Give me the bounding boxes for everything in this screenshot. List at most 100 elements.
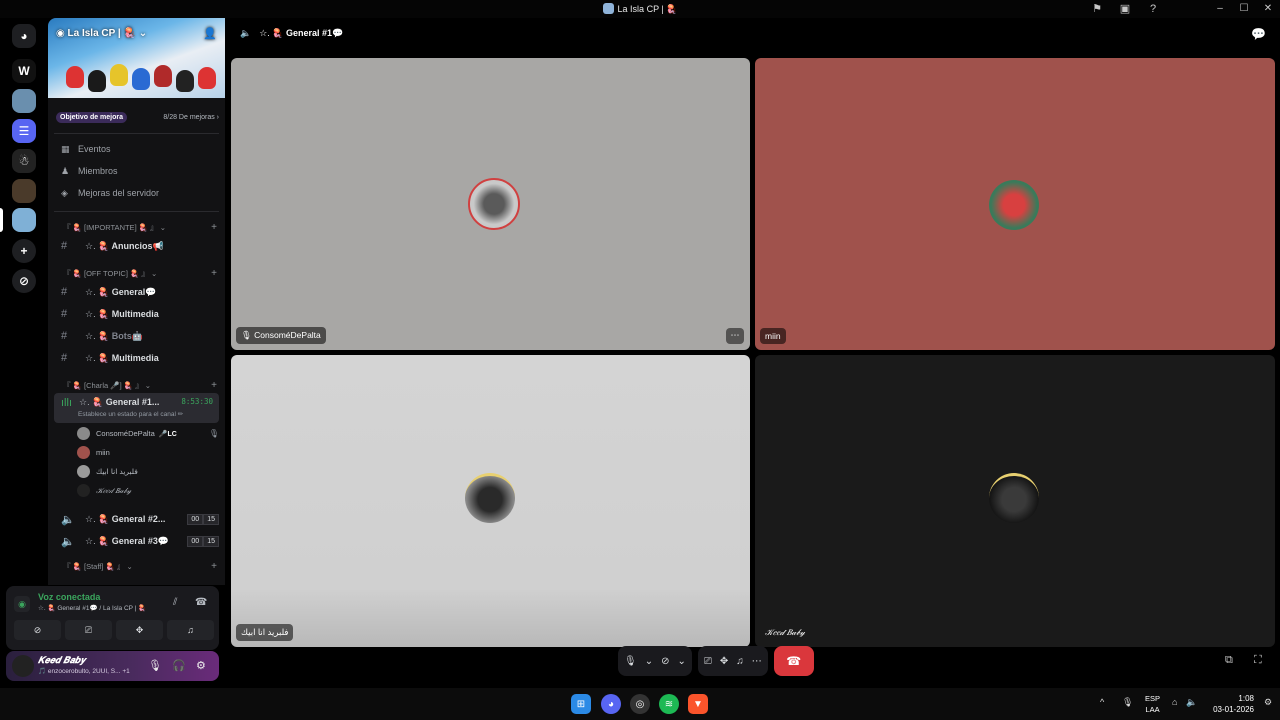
screen-share-button[interactable]: ⎚ [65,620,112,640]
add-server-icon[interactable]: + [12,239,36,263]
username[interactable]: 𝑲𝒆𝒆𝒅 𝑩𝒂𝒃𝒚 [38,655,86,666]
minimize-icon[interactable]: – [1208,0,1232,18]
add-channel-icon[interactable]: + [211,268,217,279]
participant-name: فلبريد انا ابيك [236,624,294,641]
voice-user[interactable]: miin [48,443,225,462]
camera-off-button[interactable]: ⊘ [14,620,61,640]
server-avatar-3[interactable]: ☃ [12,149,36,173]
banner-art [176,70,194,92]
banner-art [66,66,84,88]
flag-icon[interactable]: ⚑ [1090,2,1104,16]
channel-anuncios[interactable]: # ☆. 🪼 Anuncios📢 [48,235,225,257]
microphone-icon[interactable]: 🎙 [624,656,637,667]
language-indicator[interactable]: ESP LAA [1145,693,1160,715]
network-icon[interactable]: ⌂ [1172,697,1177,707]
avatar[interactable] [12,655,34,677]
chevron-down-icon[interactable]: ⌄ [677,656,685,667]
help-icon[interactable]: ? [1146,2,1160,16]
microphone-icon[interactable]: 🎙 [148,659,162,672]
server-avatar-active[interactable] [12,208,36,232]
category-important[interactable]: 『 🪼 [IMPORTANTE] 🪼 』 ⌄ + [48,219,225,235]
category-offtopic[interactable]: 『 🪼 [OFF TOPIC] 🪼 』 ⌄ + [48,265,225,281]
invite-people-icon[interactable]: 👤 [203,27,217,40]
voice-user[interactable]: 𝒦𝑒𝑒𝒹 𝐵𝒶𝒷𝓎 [48,481,225,500]
notifications-icon[interactable]: ⚙ [1264,697,1272,708]
channel-bots[interactable]: # ☆. 🪼 Bots🤖 [48,325,225,347]
channel-multimedia[interactable]: # ☆. 🪼 Multimedia [48,303,225,325]
camera-off-icon[interactable]: ⊘ [661,656,669,667]
channel-multimedia-2[interactable]: # ☆. 🪼 Multimedia [48,347,225,369]
voice-channel-general-1[interactable]: ıllı ☆. 🪼 General #1... 8:53:30 Establece… [54,393,219,423]
voice-action-buttons: ⊘ ⎚ ✥ ♫ [14,620,214,640]
signal-icon[interactable]: ◉ [14,596,30,612]
noise-suppression-icon[interactable]: ⫽ [173,597,177,608]
voice-active-icon: ıllı [61,397,72,409]
add-channel-icon[interactable]: + [211,380,217,391]
server-avatar-1[interactable] [12,89,36,113]
members-icon: ♟ [61,165,70,176]
channel-status[interactable]: Establece un estado para el canal ✏ [78,410,183,418]
video-tile-keedbaby[interactable]: 𝒦𝑒𝑒𝒹 𝐵𝒶𝒷𝓎 [755,355,1275,647]
brave-taskbar-icon[interactable]: ▼ [688,694,708,714]
disconnect-icon[interactable]: ☎ [195,597,207,608]
participant-name: miin [760,328,786,344]
system-clock[interactable]: 1:08 03-01-2026 [1213,693,1254,715]
fullscreen-icon[interactable]: ⛶ [1254,654,1262,667]
video-tile-consomedepalta[interactable]: 🎙 ConsoméDePalta ⋯ [231,58,750,350]
more-icon[interactable]: ⋯ [752,656,762,667]
soundboard-button[interactable]: ♫ [167,620,214,640]
tray-microphone-icon[interactable]: 🎙 [1122,697,1133,708]
avatar [989,473,1039,523]
voice-stage: 🔈 ☆. 🪼 General #1💬 💬 🎙 ConsoméDePalta ⋯ m… [226,18,1280,688]
more-options-icon[interactable]: ⋯ [726,328,744,344]
nav-mejoras[interactable]: ◈ Mejoras del servidor [48,182,225,204]
boost-goal-row[interactable]: Objetivo de mejora 8/28 De mejoras › [56,110,219,124]
obs-taskbar-icon[interactable]: ◎ [630,694,650,714]
server-avatar-4[interactable] [12,179,36,203]
chat-icon[interactable]: 💬 [1251,27,1266,41]
discord-taskbar-icon[interactable]: ◕ [601,694,621,714]
window-controls: – ☐ ✕ [1208,0,1280,18]
windows-start-icon[interactable]: ⊞ [571,694,591,714]
add-channel-icon[interactable]: + [211,561,217,572]
tray-overflow-icon[interactable]: ^ [1100,697,1104,707]
voice-location[interactable]: ☆. 🪼 General #1💬 / La Isla CP | 🪼 [38,604,146,612]
category-staff[interactable]: 『 🪼 [Staff] 🪼 』 ⌄ + [48,558,225,574]
avatar [989,180,1039,230]
server-banner[interactable]: ◉ La Isla CP | 🪼 ⌄ 👤 [48,18,225,98]
server-w-icon[interactable]: W [12,59,36,83]
soundboard-icon[interactable]: ♫ [736,656,744,667]
mic-camera-group: 🎙 ⌄ ⊘ ⌄ [618,646,692,676]
channel-general[interactable]: # ☆. 🪼 General💬 [48,281,225,303]
explore-icon[interactable]: ⊘ [12,269,36,293]
voice-channel-general-3[interactable]: 🔈 ☆. 🪼 General #3💬 00 15 [48,530,225,552]
activities-button[interactable]: ✥ [116,620,163,640]
hash-icon: # [61,308,68,320]
voice-channel-general-2[interactable]: 🔈 ☆. 🪼 General #2... 00 15 [48,508,225,530]
voice-user[interactable]: ConsoméDePalta 🎤LC 🎙 [48,424,225,443]
nav-miembros[interactable]: ♟ Miembros [48,160,225,182]
activities-icon[interactable]: ✥ [720,656,728,667]
nav-eventos[interactable]: ▦ Eventos [48,138,225,160]
voice-user[interactable]: فلبريد انا ابيك [48,462,225,481]
hang-up-button[interactable]: ☎ [773,646,814,676]
headphones-icon[interactable]: 🎧 [172,659,186,672]
maximize-icon[interactable]: ☐ [1232,0,1256,18]
chevron-down-icon[interactable]: ⌄ [645,656,653,667]
spotify-taskbar-icon[interactable]: ≋ [659,694,679,714]
close-icon[interactable]: ✕ [1256,0,1280,18]
volume-icon[interactable]: 🔈 [1186,697,1197,708]
settings-gear-icon[interactable]: ⚙ [196,659,206,672]
category-charla[interactable]: 『 🪼 [Charla 🎤] 🪼 』 ⌄ + [48,377,225,393]
popout-icon[interactable]: ⧉ [1225,654,1233,667]
voice-status[interactable]: Voz conectada [38,592,100,602]
server-name[interactable]: ◉ La Isla CP | 🪼 ⌄ [56,28,147,39]
discord-home-icon[interactable]: ◕ [12,24,36,48]
add-channel-icon[interactable]: + [211,222,217,233]
banner-art [110,64,128,86]
server-avatar-2[interactable]: ☰ [12,119,36,143]
video-tile-user3[interactable]: فلبريد انا ابيك [231,355,750,647]
screen-share-icon[interactable]: ⎚ [704,656,712,667]
inbox-icon[interactable]: ▣ [1118,2,1132,16]
video-tile-miin[interactable]: miin [755,58,1275,350]
